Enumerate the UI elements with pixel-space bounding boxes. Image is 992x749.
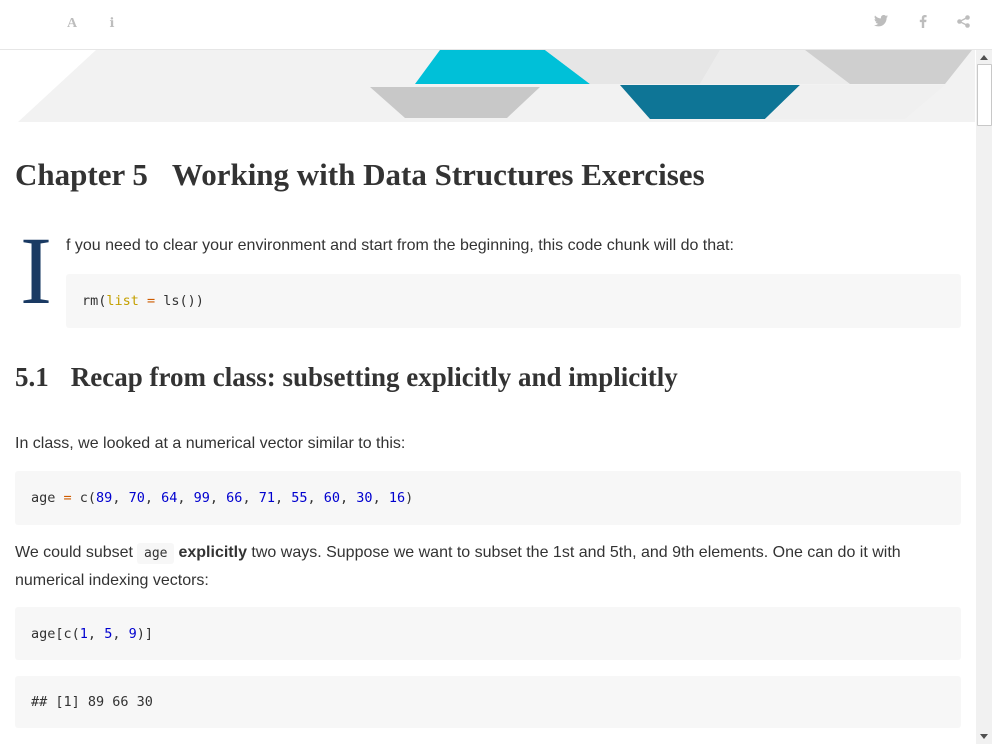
section-number: 5.1 <box>15 362 49 392</box>
intro-paragraph: f you need to clear your environment and… <box>66 237 734 254</box>
code-output: ## [1] 89 66 30 <box>15 676 961 728</box>
twitter-icon[interactable] <box>872 15 890 33</box>
code-line: age[c(1, 5, 9)] <box>31 626 153 642</box>
section-heading: 5.1 Recap from class: subsetting explicit… <box>15 362 678 393</box>
scrollbar-thumb[interactable] <box>977 64 992 126</box>
inline-code-age: age <box>137 543 175 564</box>
section-title: Recap from class: subsetting explicitly … <box>70 362 678 392</box>
share-icon[interactable] <box>954 15 972 33</box>
vertical-scrollbar[interactable] <box>976 50 992 744</box>
chapter-title: Chapter 5 Working with Data Structures Ex… <box>15 157 705 193</box>
font-icon[interactable]: A <box>64 15 82 33</box>
chapter-title-text: Working with Data Structures Exercises <box>171 157 705 192</box>
code-chunk-subset: age[c(1, 5, 9)] <box>15 607 961 660</box>
chapter-banner-graphic <box>0 50 976 122</box>
chapter-number: Chapter 5 <box>15 157 148 192</box>
scroll-down-arrow-icon[interactable] <box>976 730 992 744</box>
book-toolbar: A ℹ <box>0 0 992 50</box>
drop-cap: I <box>20 217 52 324</box>
svg-text:A: A <box>67 16 78 29</box>
facebook-icon[interactable] <box>914 15 932 33</box>
output-line: ## [1] 89 66 30 <box>31 694 153 710</box>
info-icon[interactable]: ℹ <box>103 15 121 33</box>
code-chunk-clear-env: rm(list = ls()) <box>66 274 961 328</box>
scroll-up-arrow-icon[interactable] <box>976 50 992 64</box>
code-chunk-age-vector: age = c(89, 70, 64, 99, 66, 71, 55, 60, … <box>15 471 961 525</box>
code-line: rm(list = ls()) <box>82 293 204 309</box>
code-line: age = c(89, 70, 64, 99, 66, 71, 55, 60, … <box>31 490 414 506</box>
section-paragraph-1: In class, we looked at a numerical vecto… <box>15 435 406 452</box>
section-paragraph-2: We could subset age explicitly two ways. S… <box>15 543 901 589</box>
